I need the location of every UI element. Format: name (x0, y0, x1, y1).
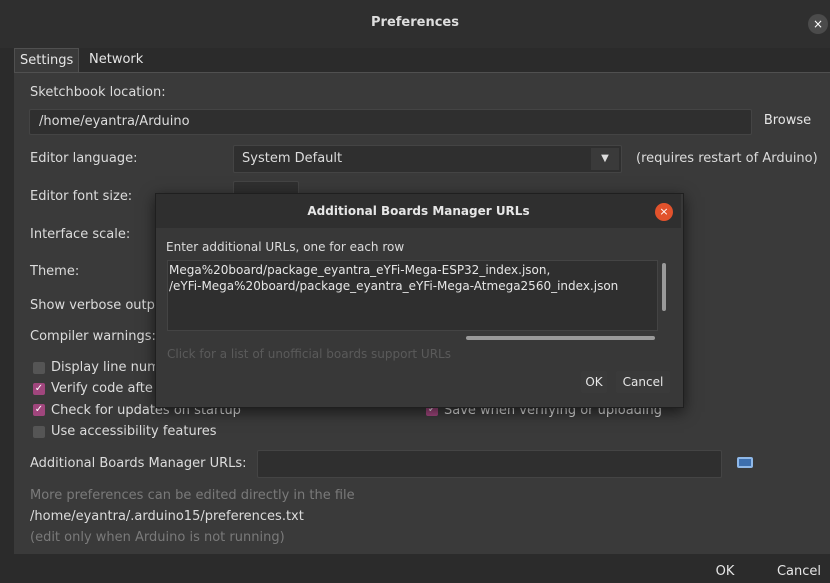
url-line: /eYFi-Mega%20board/package_eyantra_eYFi-… (169, 279, 619, 293)
font-size-label: Editor font size: (30, 189, 133, 204)
dialog-instructions: Enter additional URLs, one for each row (166, 240, 405, 254)
unofficial-boards-link[interactable]: Click for a list of unofficial boards su… (167, 347, 451, 361)
close-icon[interactable]: × (808, 14, 828, 34)
accessibility-checkbox[interactable] (33, 426, 45, 438)
dialog-close-icon[interactable]: × (655, 203, 673, 221)
sketchbook-label: Sketchbook location: (30, 85, 166, 100)
editor-language-value: System Default (242, 151, 343, 166)
interface-scale-label: Interface scale: (30, 227, 131, 242)
edit-note: (edit only when Arduino is not running) (30, 530, 285, 545)
chevron-down-icon: ▼ (591, 148, 619, 170)
verify-code-checkbox[interactable] (33, 383, 45, 395)
browse-button[interactable]: Browse (757, 109, 818, 133)
dialog-cancel-button[interactable]: Cancel (616, 371, 670, 393)
restart-note: (requires restart of Arduino) (636, 151, 818, 166)
tab-settings[interactable]: Settings (14, 48, 80, 73)
sketchbook-input[interactable]: /home/eyantra/Arduino (29, 109, 752, 135)
display-line-numbers-checkbox[interactable] (33, 362, 45, 374)
dialog-title: Additional Boards Manager URLs (307, 204, 530, 218)
verify-code-label: Verify code afte (51, 381, 153, 396)
ok-button[interactable]: OK (710, 561, 740, 583)
prefs-file-path[interactable]: /home/eyantra/.arduino15/preferences.txt (30, 509, 304, 524)
boards-urls-label: Additional Boards Manager URLs: (30, 456, 247, 471)
editor-language-select[interactable]: System Default ▼ (233, 145, 622, 173)
sketchbook-value: /home/eyantra/Arduino (39, 114, 190, 129)
window-icon (737, 457, 753, 468)
check-updates-checkbox[interactable] (33, 404, 45, 416)
boards-urls-edit-button[interactable] (729, 450, 761, 476)
display-line-numbers-label: Display line num (51, 360, 160, 375)
more-prefs-note: More preferences can be edited directly … (30, 488, 355, 503)
footer (0, 554, 830, 583)
window-title: Preferences (371, 15, 459, 30)
editor-language-label: Editor language: (30, 151, 138, 166)
verbose-label: Show verbose outp (30, 298, 155, 313)
cancel-button[interactable]: Cancel (772, 561, 826, 583)
dialog-ok-button[interactable]: OK (581, 371, 607, 393)
boards-urls-input[interactable] (257, 450, 722, 478)
url-line: Mega%20board/package_eyantra_eYFi-Mega-E… (169, 263, 551, 277)
compiler-warnings-label: Compiler warnings: (30, 329, 156, 344)
tab-network[interactable]: Network (84, 48, 148, 72)
accessibility-label: Use accessibility features (51, 424, 217, 439)
horizontal-scrollbar[interactable] (466, 336, 655, 340)
vertical-scrollbar[interactable] (662, 263, 666, 311)
theme-label: Theme: (30, 264, 80, 279)
